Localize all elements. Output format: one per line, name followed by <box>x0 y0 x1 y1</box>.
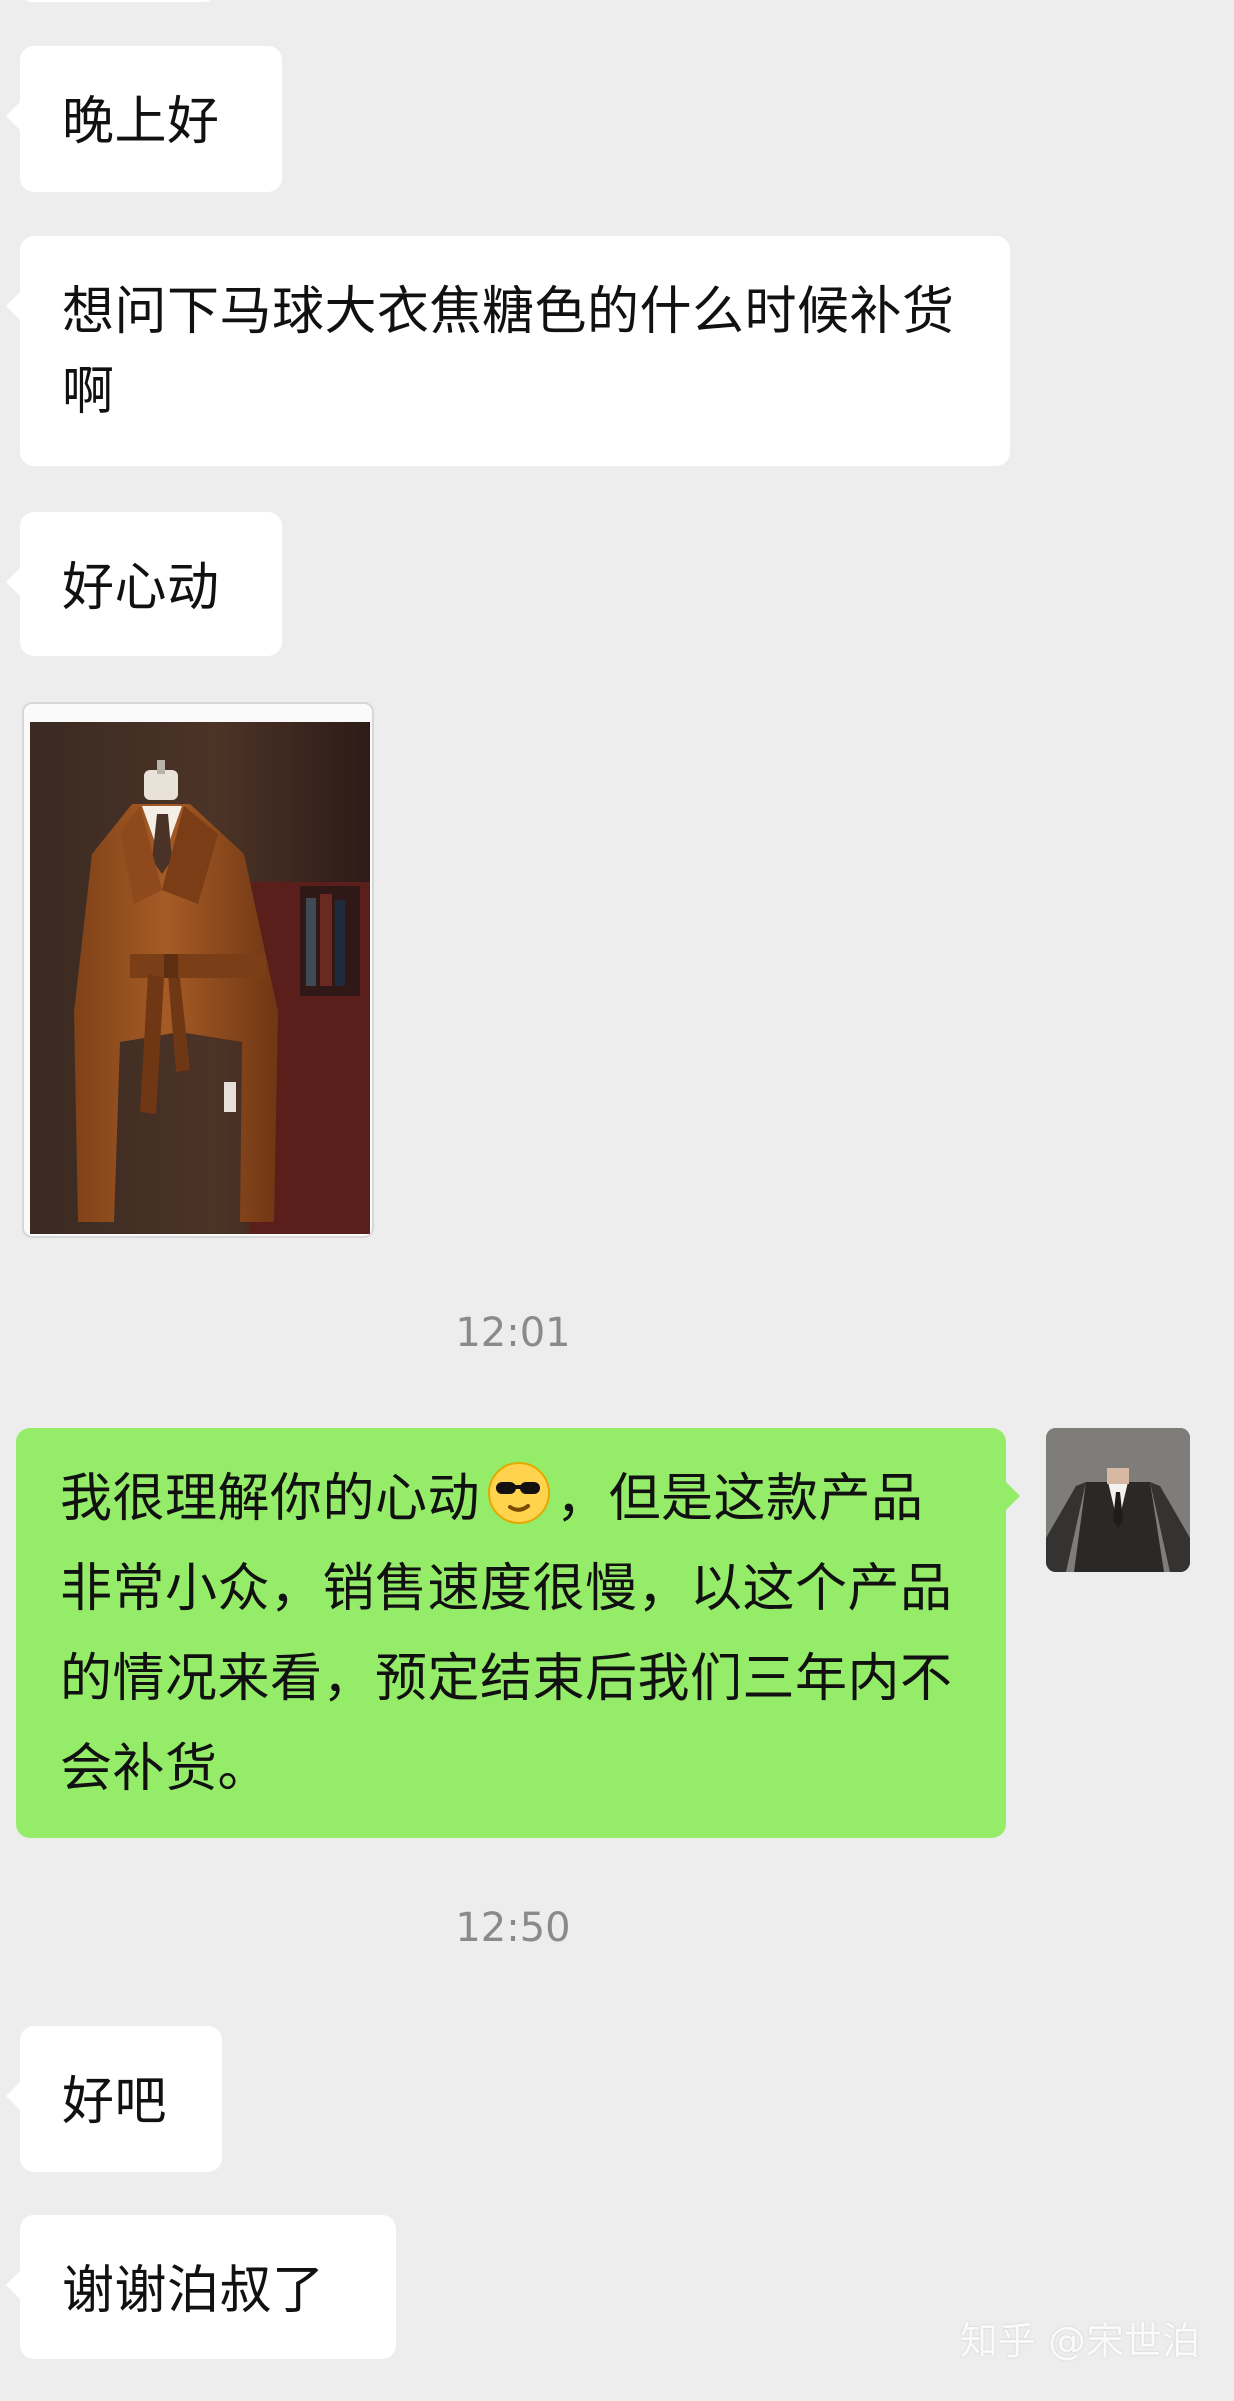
message-text: 好吧 <box>62 2072 168 2132</box>
watermark-text: 知乎 @宋世泊 <box>959 2319 1200 2363</box>
cool-sunglasses-emoji <box>488 1462 551 1524</box>
avatar-photo <box>1046 1428 1190 1572</box>
avatar[interactable] <box>1046 1428 1190 1572</box>
message-bubble-incoming[interactable]: 谢谢泊叔了 <box>6 2215 396 2359</box>
image-message[interactable]: ↑ 顶部 <box>22 702 374 1238</box>
message-text: 谢谢泊叔了 <box>62 2261 325 2321</box>
coat-photo <box>30 722 370 1234</box>
message-bubble-incoming[interactable]: 晚上好 <box>6 46 282 192</box>
message-text: 想问下马球大衣焦糖色的什么时候补货啊 <box>62 282 955 422</box>
message-bubble-incoming[interactable]: 好吧 <box>6 2026 222 2172</box>
message-bubble-incoming[interactable]: 好心动 <box>6 512 282 656</box>
timestamp: 12:50 <box>455 1905 571 1951</box>
message-bubble-outgoing[interactable]: 我很理解你的心动 ，但是这款产品非常小众，销售速度很慢，以这个产品的情况来看，预… <box>16 1428 1020 1838</box>
message-text: 好心动 <box>62 558 220 618</box>
message-text: 晚上好 <box>62 92 220 152</box>
message-bubble-previous <box>20 0 216 2</box>
message-bubble-incoming[interactable]: 想问下马球大衣焦糖色的什么时候补货啊 <box>6 236 1010 466</box>
timestamp: 12:01 <box>455 1310 571 1356</box>
message-text: 我很理解你的心动 <box>60 1469 481 1529</box>
